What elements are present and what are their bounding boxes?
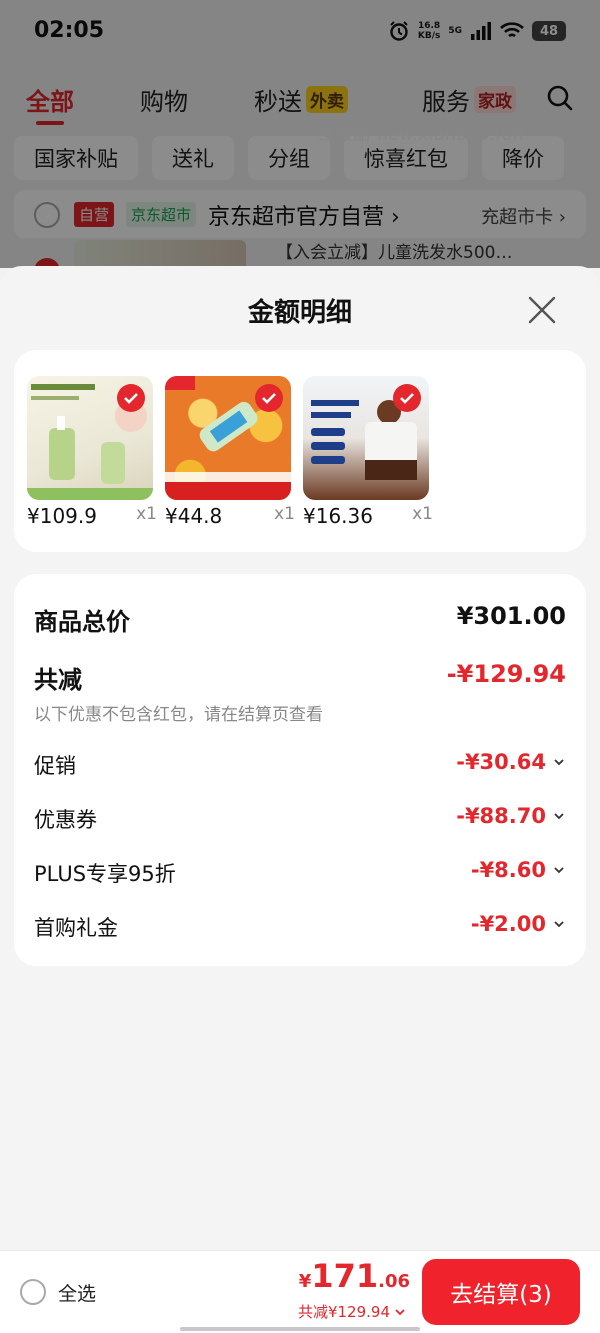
chevron-down-icon	[554, 759, 564, 766]
product-image-shampoo	[27, 376, 153, 500]
product-image-ice-cream-bar	[165, 376, 291, 500]
selected-check-icon	[393, 384, 421, 412]
discount-note: 以下优惠不包含红包，请在结算页查看	[34, 705, 323, 725]
promotion-value: -¥30.64	[456, 750, 546, 774]
checkout-bar: 全选 ¥171.06 共减¥129.94 去结算(3)	[0, 1250, 600, 1333]
chevron-down-icon	[554, 867, 564, 874]
coupon-label: 优惠券	[34, 808, 97, 832]
select-all-label[interactable]: 全选	[58, 1279, 96, 1306]
item-price: ¥109.9	[27, 504, 97, 528]
select-all-checkbox[interactable]	[20, 1279, 46, 1305]
selected-item[interactable]: ¥109.9 x1	[27, 376, 157, 528]
item-price: ¥44.8	[165, 504, 223, 528]
selected-items-card: ¥109.9 x1 ¥44.8 x1 ¥16.36 x1	[14, 350, 586, 552]
chevron-down-icon	[395, 1308, 405, 1315]
price-detail-sheet: 金额明细 ¥109.9 x1 ¥44.8 x1 ¥16.36 x1 商品总价 ¥…	[0, 266, 600, 1333]
first-purchase-label: 首购礼金	[34, 916, 118, 940]
total-reduction-value: -¥129.94	[446, 660, 566, 688]
selected-item[interactable]: ¥16.36 x1	[303, 376, 433, 528]
first-purchase-toggle[interactable]: -¥2.00	[471, 912, 566, 936]
coupon-detail-toggle[interactable]: -¥88.70	[456, 804, 566, 828]
total-price-label: 商品总价	[34, 608, 130, 636]
product-image-ice-cream-tub	[303, 376, 429, 500]
selected-check-icon	[255, 384, 283, 412]
sheet-title: 金额明细	[247, 298, 352, 328]
selected-check-icon	[117, 384, 145, 412]
total-reduction-label: 共减	[34, 666, 82, 694]
item-quantity: x1	[136, 504, 157, 524]
reduction-detail-toggle[interactable]: 共减¥129.94	[298, 1301, 406, 1322]
reduction-text: 共减¥129.94	[297, 1303, 390, 1321]
plus-discount-label: PLUS专享95折	[34, 862, 176, 886]
total-price-value: ¥301.00	[456, 602, 566, 630]
home-indicator	[180, 1327, 420, 1331]
plus-discount-value: -¥8.60	[470, 858, 546, 882]
close-icon[interactable]	[528, 296, 556, 324]
currency-symbol: ¥	[298, 1271, 312, 1292]
coupon-value: -¥88.70	[456, 804, 546, 828]
item-quantity: x1	[412, 504, 433, 524]
promotion-label: 促销	[34, 754, 76, 778]
final-price: ¥171.06	[299, 1257, 410, 1295]
item-quantity: x1	[274, 504, 295, 524]
price-decimal: .06	[378, 1271, 410, 1292]
price-integer: 171	[311, 1257, 379, 1295]
selected-item[interactable]: ¥44.8 x1	[165, 376, 295, 528]
promotion-detail-toggle[interactable]: -¥30.64	[456, 750, 566, 774]
chevron-down-icon	[554, 813, 564, 820]
chevron-down-icon	[554, 921, 564, 928]
dim-overlay[interactable]	[0, 0, 600, 268]
item-price: ¥16.36	[303, 504, 373, 528]
plus-discount-toggle[interactable]: -¥8.60	[471, 858, 566, 882]
price-summary-card: 商品总价 ¥301.00 共减 -¥129.94 以下优惠不包含红包，请在结算页…	[14, 574, 586, 966]
first-purchase-value: -¥2.00	[470, 912, 546, 936]
checkout-button[interactable]: 去结算(3)	[422, 1259, 580, 1325]
